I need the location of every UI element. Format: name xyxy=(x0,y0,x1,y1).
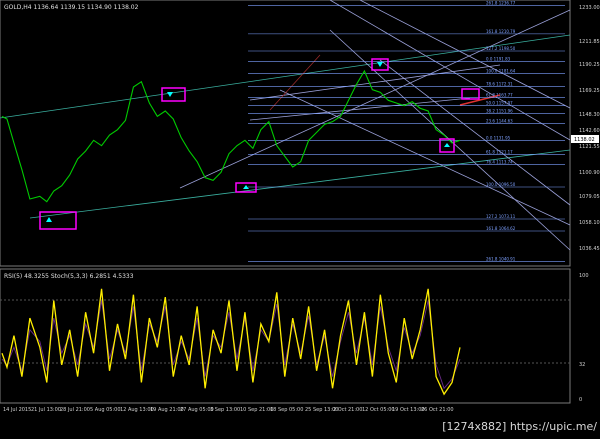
time-tick: 10 Sep 21:00 xyxy=(240,407,273,413)
chart-window: GOLD,H4 1136.64 1139.15 1134.90 1138.02 … xyxy=(0,0,600,435)
fib-level-label: 261.8 1236.77 xyxy=(486,1,516,6)
fib-level-label: 127.2 1198.50 xyxy=(486,46,516,51)
price-tick: 1142.60 xyxy=(579,128,600,134)
oscillator-tick: 0 xyxy=(579,397,582,403)
time-tick: 3 Sep 13:00 xyxy=(210,407,240,413)
time-axis: 14 Jul 2015 21 Jul 13:00 28 Jul 21:00 5 … xyxy=(3,407,454,413)
time-tick: 12 Aug 13:00 xyxy=(120,407,154,413)
time-tick: 26 Oct 21:00 xyxy=(421,407,454,413)
price-tick: 1036.45 xyxy=(579,246,600,252)
fib-level-label: 50.0 1157.97 xyxy=(486,101,513,106)
time-tick: 14 Jul 2015 xyxy=(3,407,31,413)
watermark: [1274x882] https://upic.me/ xyxy=(442,420,597,433)
oscillator-tick: 100 xyxy=(579,273,589,279)
fib-level-label: 161.8 1064.62 xyxy=(486,226,516,231)
price-tick: 1148.30 xyxy=(579,112,600,118)
fib-level-label: 127.2 1073.11 xyxy=(486,214,516,219)
price-panel xyxy=(0,0,571,267)
fib-level-label: 261.8 1040.91 xyxy=(486,257,516,262)
fib-level-label: 161.8 1210.79 xyxy=(486,29,516,34)
time-tick: 5 Aug 05:00 xyxy=(90,407,121,413)
fib-level-label: 0.0 1131.95 xyxy=(486,135,511,140)
fib-level-label: 0.0 1191.83 xyxy=(486,57,511,62)
fib-level-label: 76.4 1113.74 xyxy=(486,159,513,164)
fib-level-label: 100.0 1181.64 xyxy=(486,69,516,74)
fib-level-label: 61.8 1121.17 xyxy=(486,149,513,154)
time-tick: 19 Oct 13:00 xyxy=(392,407,425,413)
price-tick: 1190.25 xyxy=(579,62,600,68)
fib-level-label: 61.8 1163.77 xyxy=(486,93,513,98)
time-tick: 12 Oct 05:00 xyxy=(362,407,395,413)
price-tick: 1079.05 xyxy=(579,194,600,200)
price-tick: 1211.85 xyxy=(579,39,600,45)
price-tick: 1121.55 xyxy=(579,144,600,150)
oscillator-panel xyxy=(0,268,571,404)
fib-level-label: 23.6 1144.63 xyxy=(486,119,513,124)
time-tick: 28 Jul 21:00 xyxy=(60,407,90,413)
time-tick: 19 Aug 21:00 xyxy=(150,407,184,413)
fib-level-label: 38.2 1151.96 xyxy=(486,109,513,114)
chart-canvas: GOLD,H4 1136.64 1139.15 1134.90 1138.02 … xyxy=(0,0,600,413)
current-price-label: 1138.02 xyxy=(574,137,595,143)
fib-level-label: 100.0 1096.50 xyxy=(486,182,516,187)
fib-level-label: 78.6 1172.31 xyxy=(486,81,513,86)
time-tick: 21 Jul 13:00 xyxy=(31,407,61,413)
price-axis: 1233.00 1211.85 1190.25 1169.25 1148.30 … xyxy=(579,5,600,252)
oscillator-panel-title: RSI(5) 48.3255 Stoch(5,3,3) 6.2851 4.533… xyxy=(4,273,134,280)
time-tick: 18 Sep 05:00 xyxy=(270,407,303,413)
oscillator-tick: 32 xyxy=(579,362,585,368)
price-panel-title: GOLD,H4 1136.64 1139.15 1134.90 1138.02 xyxy=(4,4,139,11)
price-tick: 1100.90 xyxy=(579,170,600,176)
price-tick: 1169.25 xyxy=(579,88,600,94)
price-tick: 1058.10 xyxy=(579,220,600,226)
time-tick: 2 Oct 21:00 xyxy=(333,407,362,413)
price-tick: 1233.00 xyxy=(579,5,600,11)
time-tick: 27 Aug 05:00 xyxy=(180,407,214,413)
